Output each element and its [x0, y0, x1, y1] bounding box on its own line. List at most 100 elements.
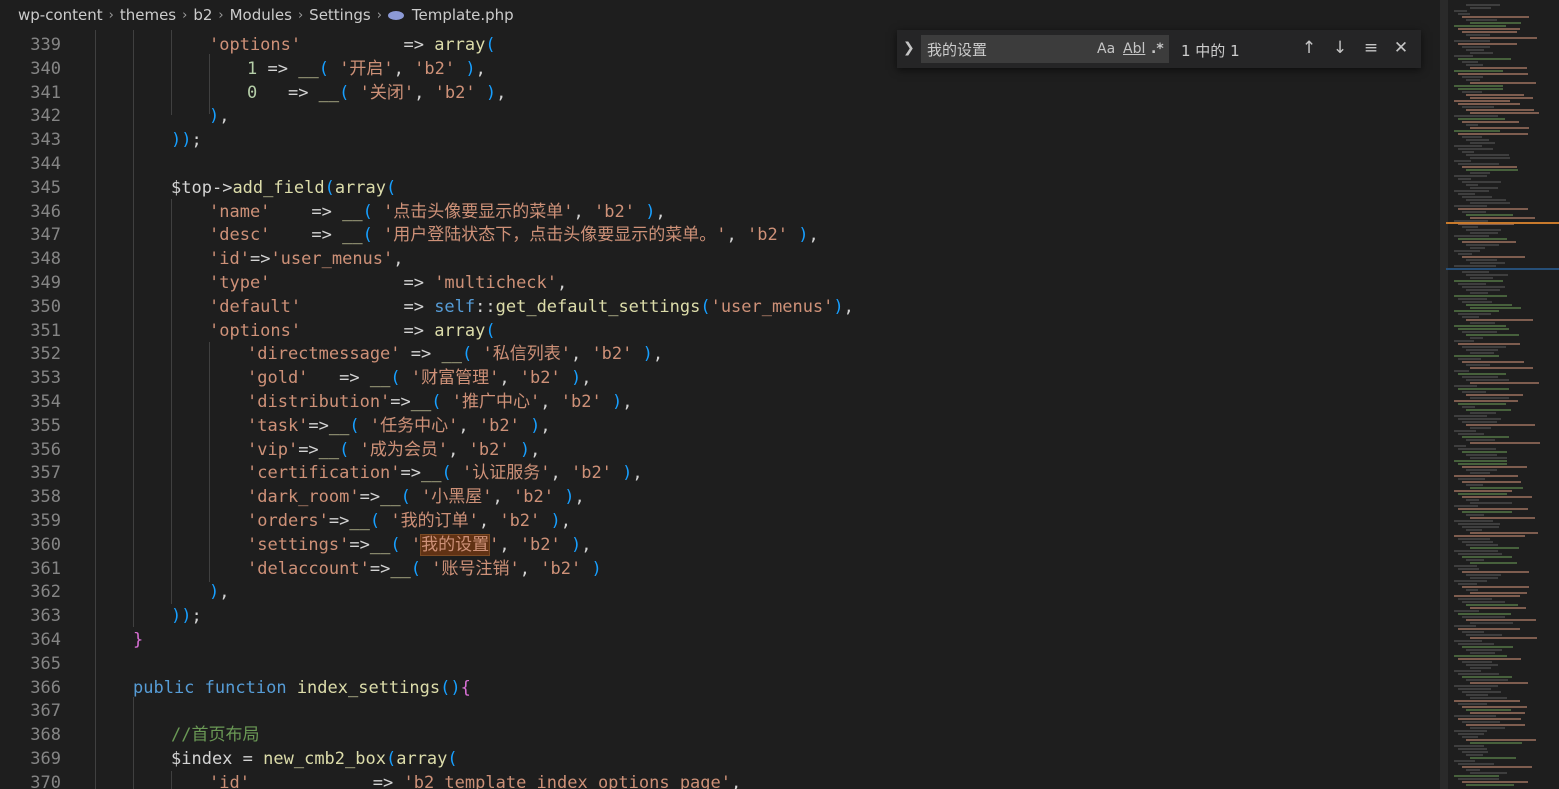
code-line[interactable]: 353 'gold' => __( '财富管理', 'b2' ), [0, 367, 1440, 391]
minimap-line [1470, 457, 1507, 459]
find-widget: ❯ 我的设置 Aa Abl .* 1 中的 1 ↑ ↓ ≡ ✕ [897, 30, 1421, 68]
minimap-line [1462, 181, 1501, 183]
code-line[interactable]: 366 public function index_settings(){ [0, 677, 1440, 701]
line-number: 361 [30, 558, 61, 579]
minimap-line [1462, 631, 1484, 633]
minimap-slider[interactable] [1440, 0, 1448, 789]
minimap-line [1466, 199, 1506, 201]
code-line[interactable]: 361 'delaccount'=>__( '账号注销', 'b2' ) [0, 558, 1440, 582]
code-line[interactable]: 348 'id'=>'user_menus', [0, 248, 1440, 272]
minimap-line [1466, 124, 1478, 126]
code-line[interactable]: 363)); [0, 605, 1440, 629]
code-text: )); [171, 130, 202, 151]
minimap-line [1462, 271, 1489, 273]
minimap-line [1458, 28, 1520, 30]
breadcrumb-file[interactable]: Template.php [412, 6, 514, 24]
minimap-line [1470, 157, 1510, 159]
line-number: 347 [30, 225, 61, 246]
close-icon[interactable]: ✕ [1389, 36, 1413, 60]
minimap-line [1454, 670, 1481, 672]
code-line[interactable]: 367 [0, 700, 1440, 724]
code-line[interactable]: 365 [0, 653, 1440, 677]
breadcrumb-item-wp-content[interactable]: wp-content [18, 6, 103, 24]
toggle-replace-chevron-icon[interactable]: ❯ [903, 40, 917, 58]
code-editor[interactable]: 339 'options' => array(340 1 => __( '开启', … [0, 30, 1440, 789]
minimap-line [1470, 532, 1538, 534]
minimap-line [1466, 289, 1500, 291]
code-line[interactable]: 345 $top->add_field(array( [0, 177, 1440, 201]
minimap-line [1458, 208, 1528, 210]
find-in-selection-icon[interactable]: ≡ [1359, 36, 1383, 60]
code-line[interactable]: 360 'settings'=>__( '我的设置', 'b2' ), [0, 533, 1440, 558]
minimap-line [1454, 25, 1506, 27]
code-line[interactable]: 369 $index = new_cmb2_box(array( [0, 748, 1440, 772]
minimap-line [1470, 757, 1516, 759]
minimap-line [1454, 745, 1484, 747]
code-line[interactable]: 342), [0, 105, 1440, 129]
minimap-line [1462, 481, 1521, 483]
breadcrumb-item-settings[interactable]: Settings [309, 6, 371, 24]
minimap-line [1458, 568, 1479, 570]
minimap-line [1462, 526, 1499, 528]
code-line[interactable]: 354 'distribution'=>__( '推广中心', 'b2' ), [0, 391, 1440, 415]
minimap-line [1462, 61, 1478, 63]
minimap-line [1454, 625, 1476, 627]
line-number: 354 [30, 392, 61, 412]
code-line[interactable]: 347 'desc' => __( '用户登陆状态下，点击头像要显示的菜单。', … [0, 224, 1440, 248]
minimap-line [1470, 292, 1488, 294]
minimap-line [1458, 43, 1517, 45]
code-line[interactable]: 368 //首页布局 [0, 724, 1440, 748]
match-case-icon[interactable]: Aa [1097, 41, 1115, 57]
minimap-line [1462, 721, 1500, 723]
code-line[interactable]: 346 'name' => __( '点击头像要显示的菜单', 'b2' ), [0, 201, 1440, 225]
code-line[interactable]: 350 'default' => self::get_default_settin… [0, 296, 1440, 320]
code-line[interactable]: 344 [0, 153, 1440, 177]
code-line[interactable]: 352 'directmessage' => __( '私信列表', 'b2' )… [0, 343, 1440, 367]
minimap-line [1470, 562, 1517, 564]
code-line[interactable]: 359 'orders'=>__( '我的订单', 'b2' ), [0, 510, 1440, 534]
minimap-line [1454, 235, 1489, 237]
regex-icon[interactable]: .* [1151, 41, 1164, 57]
code-line[interactable]: 357 'certification'=>__( '认证服务', 'b2' ), [0, 462, 1440, 486]
minimap-line [1458, 103, 1520, 105]
minimap-line [1470, 352, 1494, 354]
minimap-line [1462, 586, 1529, 588]
breadcrumb-item-b2[interactable]: b2 [193, 6, 212, 24]
code-line[interactable]: 356 'vip'=>__( '成为会员', 'b2' ), [0, 439, 1440, 463]
code-line[interactable]: 370 'id' => 'b2_template_index_options_pa… [0, 772, 1440, 789]
code-line[interactable]: 341 0 => __( '关闭', 'b2' ), [0, 82, 1440, 106]
code-line[interactable]: 351 'options' => array( [0, 320, 1440, 344]
minimap-line [1454, 355, 1499, 357]
minimap-line [1458, 253, 1472, 255]
minimap-line [1462, 676, 1512, 678]
minimap-line [1458, 478, 1485, 480]
minimap-line [1462, 736, 1478, 738]
minimap-line [1462, 211, 1486, 213]
arrow-up-icon[interactable]: ↑ [1297, 36, 1321, 60]
minimap-line [1466, 499, 1479, 501]
minimap-line [1462, 16, 1529, 18]
minimap-line [1470, 577, 1498, 579]
breadcrumb-item-themes[interactable]: themes [120, 6, 176, 24]
minimap-line [1470, 472, 1490, 474]
code-text: } [133, 630, 144, 650]
line-number: 342 [30, 106, 61, 127]
code-line[interactable]: 343)); [0, 129, 1440, 153]
arrow-down-icon[interactable]: ↓ [1328, 36, 1352, 60]
code-text: //首页布局 [171, 725, 260, 746]
code-line[interactable]: 349 'type' => 'multicheck', [0, 272, 1440, 296]
breadcrumb-item-modules[interactable]: Modules [230, 6, 292, 24]
find-result-count: 1 中的 1 [1181, 42, 1240, 60]
minimap-line [1470, 82, 1536, 84]
minimap-line [1462, 91, 1482, 93]
code-line[interactable]: 358 'dark_room'=>__( '小黑屋', 'b2' ), [0, 486, 1440, 510]
code-line[interactable]: 362), [0, 581, 1440, 605]
code-text: $top->add_field(array( [171, 177, 397, 198]
whole-word-icon[interactable]: Abl [1123, 41, 1145, 57]
minimap-line [1454, 715, 1496, 717]
code-line[interactable]: 355 'task'=>__( '任务中心', 'b2' ), [0, 415, 1440, 439]
minimap-line [1458, 238, 1507, 240]
minimap-line [1470, 427, 1491, 429]
minimap[interactable] [1440, 0, 1559, 789]
code-line[interactable]: 364} [0, 629, 1440, 653]
